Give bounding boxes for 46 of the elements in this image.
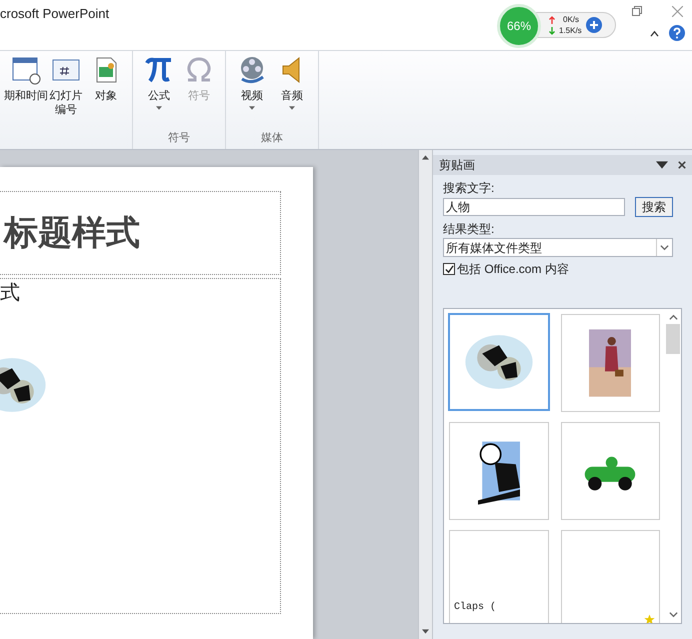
pane-menu-icon[interactable] xyxy=(656,159,668,171)
chevron-down-icon[interactable] xyxy=(660,243,669,252)
group-label: 符号 xyxy=(167,130,191,146)
ribbon-button[interactable]: 音频 xyxy=(274,55,310,130)
help-icon[interactable] xyxy=(668,25,684,41)
download-speed: 1.5K/s xyxy=(559,25,582,36)
slide-title: 标题样式 xyxy=(4,212,140,254)
scroll-down-icon[interactable] xyxy=(668,610,678,619)
result-thumbnail[interactable] xyxy=(560,422,660,520)
field-label: 结果类型: xyxy=(443,221,496,238)
upload-speed: 0K/s xyxy=(563,14,580,25)
checkbox-label: 包括 Office.com 内容 xyxy=(457,261,569,278)
group-label: 媒体 xyxy=(260,130,284,146)
download-arrow-icon xyxy=(549,26,555,34)
vertical-scrollbar[interactable] xyxy=(418,150,433,639)
scroll-down-icon[interactable] xyxy=(422,628,429,635)
body-text: 式 xyxy=(0,281,20,306)
memory-gauge: 66% xyxy=(497,4,541,48)
checkbox[interactable] xyxy=(443,263,455,275)
close-icon[interactable] xyxy=(678,161,686,169)
result-thumbnail[interactable]: Claps ( xyxy=(449,530,548,623)
restore-icon[interactable] xyxy=(632,6,642,16)
scroll-thumb[interactable] xyxy=(666,324,680,354)
field-label: 搜索文字: xyxy=(443,180,496,197)
window-title: crosoft PowerPoint xyxy=(0,5,110,23)
plus-icon[interactable] xyxy=(586,17,602,33)
calendar-icon xyxy=(11,55,41,85)
scroll-up-icon[interactable] xyxy=(422,154,429,161)
ribbon-button[interactable]: 幻灯片编号 xyxy=(48,55,84,149)
result-thumbnail[interactable] xyxy=(448,313,550,411)
result-thumbnail[interactable] xyxy=(449,422,548,520)
equation-icon xyxy=(144,55,174,85)
result-thumbnail[interactable] xyxy=(560,530,660,623)
scroll-up-icon[interactable] xyxy=(668,313,678,322)
search-button[interactable]: 搜索 xyxy=(635,197,673,217)
result-thumbnail[interactable] xyxy=(560,314,660,412)
media-type-dropdown[interactable]: 所有媒体文件类型 xyxy=(443,238,673,257)
star-icon xyxy=(644,614,655,623)
collapse-ribbon-icon[interactable] xyxy=(650,30,658,36)
ribbon-button[interactable]: 视频 xyxy=(234,55,270,130)
pane-title: 剪贴画 xyxy=(439,157,476,174)
ribbon-button[interactable]: 对象 xyxy=(88,55,124,149)
ribbon-button[interactable]: 公式 xyxy=(141,55,177,130)
upload-arrow-icon xyxy=(549,16,555,24)
search-field[interactable]: 人物 xyxy=(443,198,625,216)
thumbnail-caption: Claps ( xyxy=(454,600,496,615)
